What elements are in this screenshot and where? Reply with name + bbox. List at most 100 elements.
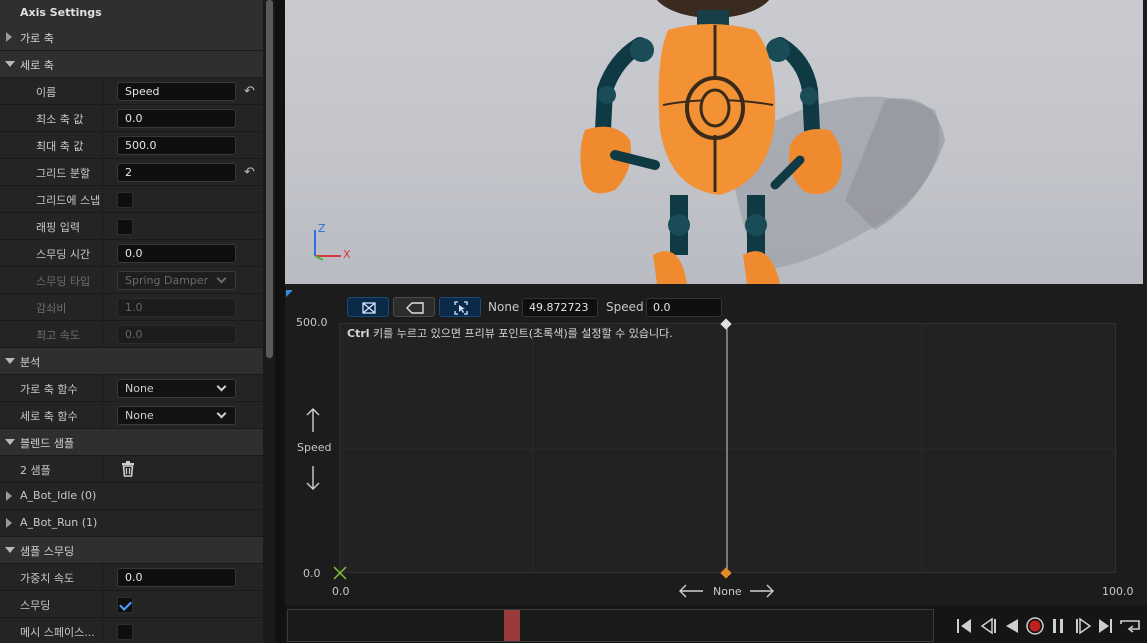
chevron-down-icon <box>216 408 227 419</box>
category-label: Axis Settings <box>20 6 102 19</box>
expand-arrow-icon[interactable] <box>6 32 12 42</box>
property-smoothing-type: 스무딩 타입 Spring Damper <box>0 267 263 294</box>
category-label: 샘플 스무딩 <box>20 545 75 558</box>
expand-arrow-icon[interactable] <box>6 518 12 528</box>
horizontal-function-dropdown[interactable]: None <box>117 379 236 398</box>
arrow-up-icon <box>306 408 320 432</box>
property-mesh-space: 메시 스페이스... <box>0 618 263 643</box>
pause-button[interactable] <box>1049 613 1069 639</box>
property-label: 가로 축 함수 <box>20 383 78 396</box>
smoothing-checkbox[interactable] <box>117 597 133 613</box>
property-label: 스무딩 <box>20 599 51 612</box>
loop-button[interactable] <box>1119 613 1143 639</box>
smoothing-time-input[interactable]: 0.0 <box>117 244 236 263</box>
preview-viewport[interactable]: Z X <box>285 0 1143 284</box>
property-name: 이름 Speed ↶ <box>0 78 263 105</box>
step-back-button[interactable] <box>980 613 1000 639</box>
property-smoothing-time: 스무딩 시간 0.0 <box>0 240 263 267</box>
vertical-axis-name: Speed <box>606 300 644 314</box>
details-scrollbar-thumb[interactable] <box>266 0 273 358</box>
record-button[interactable] <box>1025 613 1045 639</box>
chevron-down-icon <box>216 381 227 392</box>
snap-to-grid-checkbox[interactable] <box>117 192 133 208</box>
property-label: 감쇠비 <box>36 302 67 315</box>
collapse-arrow-icon[interactable] <box>5 439 15 445</box>
mesh-space-checkbox[interactable] <box>117 624 133 640</box>
dropdown-value: Spring Damper <box>125 274 209 287</box>
arrow-left-icon <box>679 584 703 598</box>
property-label: 가중치 속도 <box>20 572 75 585</box>
y-axis-max-label: 500.0 <box>296 316 328 329</box>
collapse-arrow-icon[interactable] <box>5 547 15 553</box>
collapse-arrow-icon[interactable] <box>5 358 15 364</box>
property-weight-speed: 가중치 속도 0.0 <box>0 564 263 591</box>
property-samples-array: 2 샘플 <box>0 456 263 483</box>
step-forward-button[interactable] <box>1073 613 1093 639</box>
chevron-down-icon <box>216 273 227 284</box>
vertical-function-dropdown[interactable]: None <box>117 406 236 425</box>
property-label: 메시 스페이스... <box>20 626 95 639</box>
hint-bold: Ctrl <box>347 327 370 340</box>
preview-point-icon[interactable] <box>333 566 347 580</box>
max-axis-input[interactable]: 500.0 <box>117 136 236 155</box>
timeline-playhead[interactable] <box>504 610 520 641</box>
name-input[interactable]: Speed <box>117 82 236 101</box>
category-axis-settings[interactable]: Axis Settings <box>0 0 263 27</box>
collapse-arrow-icon[interactable] <box>5 61 15 67</box>
property-label: 세로 축 함수 <box>20 410 78 423</box>
show-triangulation-button[interactable] <box>347 297 389 317</box>
x-axis-label: None <box>713 585 742 598</box>
play-reverse-button[interactable] <box>1003 613 1023 639</box>
y-axis-label: Speed <box>297 441 332 454</box>
sample-item[interactable]: A_Bot_Idle (0) <box>0 483 263 510</box>
timeline-track[interactable] <box>287 609 934 642</box>
sample-item[interactable]: A_Bot_Run (1) <box>0 510 263 537</box>
property-max-speed: 최고 속도 0.0 <box>0 321 263 348</box>
max-speed-input[interactable]: 0.0 <box>117 325 236 344</box>
property-label: 최대 축 값 <box>36 140 84 153</box>
category-vertical-axis[interactable]: 세로 축 <box>0 51 263 78</box>
min-axis-input[interactable]: 0.0 <box>117 109 236 128</box>
horizontal-axis-name: None <box>488 300 520 314</box>
show-labels-button[interactable] <box>393 297 435 317</box>
property-vertical-function: 세로 축 함수 None <box>0 402 263 429</box>
category-label: 분석 <box>20 356 41 369</box>
category-label: 가로 축 <box>20 32 54 45</box>
gizmo-z-label: Z <box>318 222 326 235</box>
category-sample-smoothing[interactable]: 샘플 스무딩 <box>0 537 263 564</box>
vertical-value-input[interactable]: 0.0 <box>646 298 722 317</box>
property-smoothing: 스무딩 <box>0 591 263 618</box>
expand-arrow-icon[interactable] <box>6 491 12 501</box>
smooth-grid-button[interactable] <box>439 297 481 317</box>
sample-label: A_Bot_Idle (0) <box>20 489 97 502</box>
horizontal-value-input[interactable]: 49.872723 <box>522 298 598 317</box>
property-min-axis: 최소 축 값 0.0 <box>0 105 263 132</box>
property-label: 이름 <box>36 86 57 99</box>
weight-speed-input[interactable]: 0.0 <box>117 568 236 587</box>
reset-to-default-icon[interactable]: ↶ <box>244 165 255 180</box>
panel-splitter[interactable] <box>275 0 285 643</box>
damping-ratio-input[interactable]: 1.0 <box>117 298 236 317</box>
sample-label: A_Bot_Run (1) <box>20 516 98 529</box>
reset-to-default-icon[interactable]: ↶ <box>244 84 255 99</box>
trash-icon[interactable] <box>121 461 135 481</box>
robot-character-render <box>580 0 945 284</box>
grid-divisions-input[interactable]: 2 <box>117 163 236 182</box>
property-label: 그리드에 스냅 <box>36 194 101 207</box>
property-label: 래핑 입력 <box>36 221 80 234</box>
grid-lines <box>340 324 1117 574</box>
category-analysis[interactable]: 분석 <box>0 348 263 375</box>
jump-to-start-button[interactable] <box>955 613 977 639</box>
smoothing-type-dropdown[interactable]: Spring Damper <box>117 271 236 290</box>
wrap-input-checkbox[interactable] <box>117 219 133 235</box>
hint-rest: 키를 누르고 있으면 프리뷰 포인트(초록색)를 설정할 수 있습니다. <box>369 327 673 340</box>
category-horizontal-axis[interactable]: 가로 축 <box>0 24 263 51</box>
property-damping-ratio: 감쇠비 1.0 <box>0 294 263 321</box>
category-label: 블렌드 샘플 <box>20 437 75 450</box>
blend-space-grid[interactable]: Ctrl 키를 누르고 있으면 프리뷰 포인트(초록색)를 설정할 수 있습니다… <box>339 323 1117 574</box>
jump-to-end-button[interactable] <box>1096 613 1116 639</box>
category-blend-samples[interactable]: 블렌드 샘플 <box>0 429 263 456</box>
y-axis-min-label: 0.0 <box>303 567 321 580</box>
property-horizontal-function: 가로 축 함수 None <box>0 375 263 402</box>
property-wrap-input: 래핑 입력 <box>0 213 263 240</box>
